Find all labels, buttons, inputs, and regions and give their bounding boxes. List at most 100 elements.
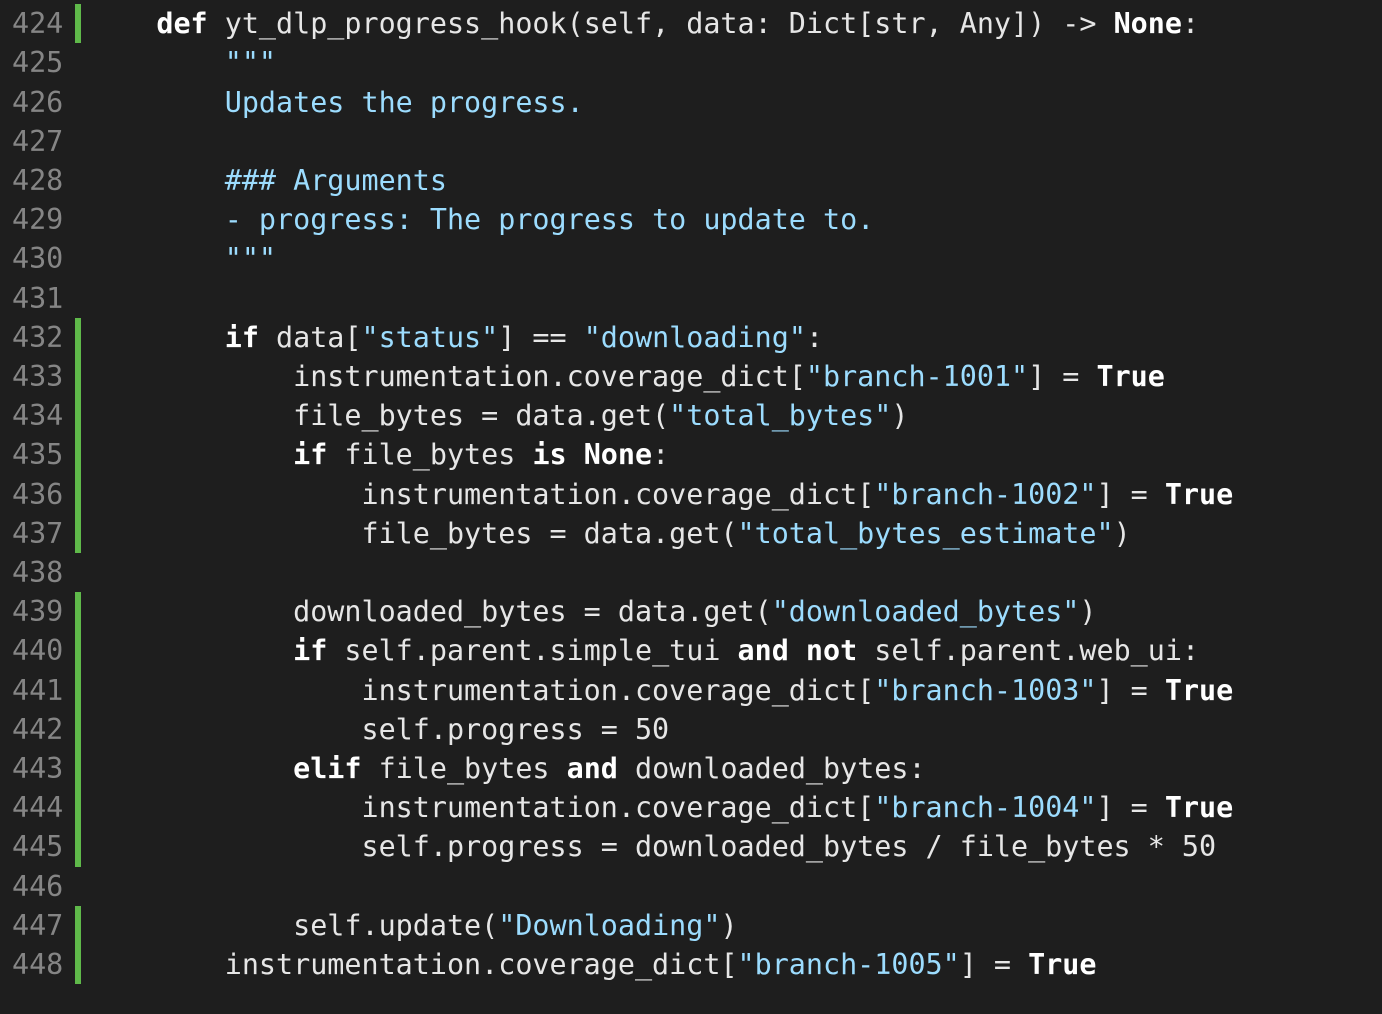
- code-token: ): [720, 908, 738, 942]
- code-token: def: [156, 7, 208, 41]
- line-number: 425: [12, 46, 64, 80]
- code-line[interactable]: 445 self.progress = downloaded_bytes / f…: [0, 827, 1382, 867]
- code-line[interactable]: 437 file_bytes = data.get("total_bytes_e…: [0, 513, 1382, 553]
- code-token: downloaded_bytes = data.get(: [88, 595, 772, 629]
- code-token: """: [224, 46, 277, 80]
- diff-added-marker[interactable]: [75, 709, 81, 749]
- code-token: "downloading": [583, 320, 806, 354]
- line-number: 434: [12, 399, 64, 433]
- diff-added-marker[interactable]: [75, 592, 81, 632]
- code-line[interactable]: 438: [0, 553, 1382, 592]
- code-token: "branch-1003": [874, 673, 1097, 707]
- code-line[interactable]: 446: [0, 867, 1382, 906]
- code-line[interactable]: 424 def yt_dlp_progress_hook(self, data:…: [0, 4, 1382, 44]
- code-token: ] ==: [498, 320, 584, 354]
- code-token: ] =: [959, 948, 1029, 981]
- code-line[interactable]: 432 if data["status"] == "downloading":: [0, 317, 1382, 357]
- code-line[interactable]: 448 instrumentation.coverage_dict["branc…: [0, 945, 1382, 985]
- code-text: ### Arguments: [88, 161, 447, 200]
- code-editor[interactable]: 424 def yt_dlp_progress_hook(self, data:…: [0, 0, 1382, 1014]
- diff-added-marker[interactable]: [75, 749, 81, 789]
- line-number: 431: [12, 281, 64, 315]
- code-token: True: [1164, 791, 1234, 825]
- line-number: 427: [12, 124, 64, 158]
- code-token: None: [1113, 7, 1182, 41]
- code-line[interactable]: 440 if self.parent.simple_tui and not se…: [0, 631, 1382, 671]
- code-line[interactable]: 444 instrumentation.coverage_dict["branc…: [0, 788, 1382, 828]
- code-token: self.parent.simple_tui: [327, 634, 738, 668]
- code-line[interactable]: 430 """: [0, 239, 1382, 278]
- code-token: None: [583, 438, 653, 472]
- code-token: and: [566, 752, 618, 785]
- code-text: """: [88, 239, 276, 278]
- line-number: 437: [12, 516, 64, 550]
- diff-added-marker[interactable]: [75, 827, 81, 867]
- line-number: 429: [12, 203, 64, 237]
- line-number: 438: [12, 556, 64, 589]
- code-token: :: [652, 438, 670, 472]
- code-text: instrumentation.coverage_dict["branch-10…: [88, 945, 1097, 984]
- code-line[interactable]: 426 Updates the progress.: [0, 83, 1382, 122]
- code-line[interactable]: 442 self.progress = 50: [0, 709, 1382, 749]
- code-text: instrumentation.coverage_dict["branch-10…: [88, 357, 1165, 396]
- code-token: self.progress = downloaded_bytes / file_…: [88, 830, 1217, 864]
- diff-added-marker[interactable]: [75, 317, 81, 357]
- code-token: is: [532, 438, 567, 472]
- code-line[interactable]: 441 instrumentation.coverage_dict["branc…: [0, 670, 1382, 710]
- code-token: if: [224, 320, 259, 354]
- code-token: ): [891, 399, 909, 433]
- code-token: "total_bytes": [669, 399, 892, 433]
- code-token: instrumentation.coverage_dict[: [88, 948, 738, 981]
- code-text: elif file_bytes and downloaded_bytes:: [88, 749, 925, 788]
- code-text: self.update("Downloading"): [88, 906, 738, 945]
- diff-added-marker[interactable]: [75, 474, 81, 514]
- diff-added-marker[interactable]: [75, 435, 81, 475]
- code-token: ] =: [1096, 477, 1165, 511]
- code-text: if self.parent.simple_tui and not self.p…: [88, 631, 1199, 670]
- diff-added-marker[interactable]: [75, 788, 81, 828]
- code-line[interactable]: 436 instrumentation.coverage_dict["branc…: [0, 474, 1382, 514]
- code-token: "downloaded_bytes": [771, 595, 1080, 629]
- code-token: instrumentation.coverage_dict[: [88, 360, 806, 393]
- code-line[interactable]: 427: [0, 122, 1382, 161]
- diff-added-marker[interactable]: [75, 396, 81, 436]
- code-text: def yt_dlp_progress_hook(self, data: Dic…: [88, 4, 1199, 43]
- code-line[interactable]: 434 file_bytes = data.get("total_bytes"): [0, 396, 1382, 436]
- code-line[interactable]: 443 elif file_bytes and downloaded_bytes…: [0, 749, 1382, 789]
- code-text: file_bytes = data.get("total_bytes_estim…: [88, 514, 1130, 553]
- code-text: Updates the progress.: [88, 83, 584, 122]
- code-token: "branch-1005": [737, 948, 960, 981]
- code-token: Updates the progress.: [224, 85, 584, 119]
- diff-added-marker[interactable]: [75, 357, 81, 397]
- code-line[interactable]: 425 """: [0, 43, 1382, 82]
- code-text: self.progress = downloaded_bytes / file_…: [88, 827, 1216, 866]
- code-token: file_bytes = data.get(: [88, 516, 738, 550]
- code-line[interactable]: 447 self.update("Downloading"): [0, 905, 1382, 945]
- diff-added-marker[interactable]: [75, 631, 81, 671]
- line-number: 436: [12, 477, 64, 511]
- code-token: True: [1028, 948, 1097, 981]
- code-line[interactable]: 435 if file_bytes is None:: [0, 435, 1382, 475]
- code-line[interactable]: 439 downloaded_bytes = data.get("downloa…: [0, 592, 1382, 632]
- code-token: data[: [258, 320, 362, 354]
- diff-added-marker[interactable]: [75, 945, 81, 985]
- code-token: self.progress = 50: [88, 712, 670, 746]
- diff-added-marker[interactable]: [75, 905, 81, 945]
- diff-added-marker[interactable]: [75, 513, 81, 553]
- code-line[interactable]: 433 instrumentation.coverage_dict["branc…: [0, 357, 1382, 397]
- diff-added-marker[interactable]: [75, 670, 81, 710]
- code-text: if data["status"] == "downloading":: [88, 318, 823, 357]
- code-line[interactable]: 429 - progress: The progress to update t…: [0, 200, 1382, 239]
- code-line[interactable]: 431: [0, 279, 1382, 318]
- code-token: "Downloading": [498, 908, 721, 942]
- diff-added-marker[interactable]: [75, 4, 81, 44]
- code-token: "total_bytes_estimate": [737, 516, 1114, 550]
- code-line[interactable]: 428 ### Arguments: [0, 161, 1382, 200]
